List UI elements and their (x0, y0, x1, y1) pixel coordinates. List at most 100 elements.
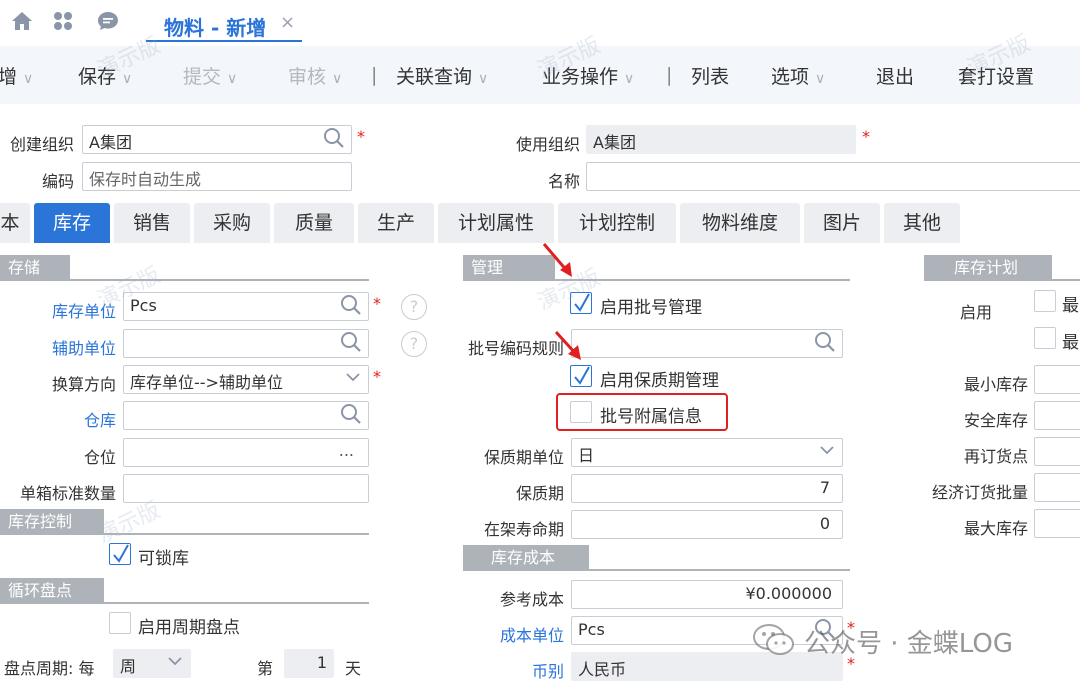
chevron-down-icon: ∨ (478, 71, 489, 87)
shelf-mgmt-label: 启用保质期管理 (600, 371, 719, 391)
business-ops-button[interactable]: 业务操作 ∨ (542, 62, 634, 89)
help-icon[interactable]: ? (401, 331, 427, 357)
aux-unit-field[interactable] (123, 329, 369, 358)
create-org-label: 创建组织 (9, 135, 74, 154)
location-field[interactable]: ... (123, 438, 369, 467)
ref-cost-field[interactable]: ¥0.000000 (571, 580, 843, 609)
cost-unit-field[interactable]: Pcs (571, 616, 843, 645)
section-stock-plan: 库存计划 (924, 255, 1052, 281)
audit-button[interactable]: 审核 ∨ (288, 62, 342, 89)
batch-extra-checkbox[interactable] (570, 401, 592, 423)
exit-button[interactable]: 退出 (876, 62, 914, 89)
required-mark: * (862, 127, 870, 146)
section-divider (463, 279, 850, 281)
chevron-down-icon: ∨ (624, 71, 635, 87)
plan-enable-checkbox-2[interactable] (1034, 327, 1056, 349)
top-tab-bar: 物料 - 新增 × (0, 0, 1080, 46)
section-divider (0, 602, 369, 604)
tab-sales[interactable]: 销售 (114, 203, 190, 243)
print-settings-button[interactable]: 套打设置 (958, 62, 1034, 89)
shelf-unit-label: 保质期单位 (483, 448, 564, 467)
chevron-down-icon (346, 373, 360, 382)
period-label: 盘点周期: 每 (4, 659, 95, 678)
box-qty-label: 单箱标准数量 (19, 484, 116, 503)
currency-label: 币别 (531, 662, 564, 681)
cycle-count-label: 启用周期盘点 (138, 618, 240, 638)
min-stock-field[interactable] (1034, 365, 1080, 394)
checkmark-icon (574, 366, 590, 385)
plan-option-label-1: 最 (1062, 296, 1079, 316)
tab-purchase[interactable]: 采购 (194, 203, 270, 243)
new-button[interactable]: 增 ∨ (0, 62, 33, 89)
batch-mgmt-label: 启用批号管理 (600, 298, 702, 318)
list-button[interactable]: 列表 (691, 62, 729, 89)
plan-enable-label: 启用 (959, 303, 992, 322)
chevron-down-icon: ∨ (815, 71, 826, 87)
related-query-button[interactable]: 关联查询 ∨ (396, 62, 488, 89)
section-divider (463, 569, 850, 571)
search-icon (341, 332, 361, 352)
max-stock-field[interactable] (1034, 509, 1080, 538)
batch-rule-field[interactable] (571, 329, 843, 358)
lockable-checkbox[interactable] (109, 543, 131, 565)
name-label: 名称 (547, 172, 580, 191)
create-org-field[interactable]: A集团 (82, 125, 352, 154)
safety-stock-label: 安全库存 (963, 411, 1028, 430)
shelf-label: 保质期 (515, 484, 564, 503)
stock-unit-field[interactable]: Pcs (123, 292, 369, 321)
use-org-field: A集团 (586, 125, 856, 154)
cycle-count-checkbox[interactable] (109, 612, 131, 634)
wechat-watermark-text: 公众号 · 金蝶LOG (804, 629, 1013, 659)
submit-button[interactable]: 提交 ∨ (183, 62, 237, 89)
reorder-point-field[interactable] (1034, 437, 1080, 466)
code-field[interactable]: 保存时自动生成 (82, 162, 352, 191)
help-icon[interactable]: ? (401, 294, 427, 320)
conversion-select[interactable]: 库存单位-->辅助单位 (123, 365, 369, 394)
checkmark-icon (113, 544, 129, 563)
close-icon[interactable]: × (280, 12, 295, 33)
tab-material-dimension[interactable]: 物料维度 (680, 203, 800, 243)
toolbar-separator: | (666, 64, 673, 86)
home-icon[interactable] (10, 10, 34, 37)
batch-mgmt-checkbox[interactable] (570, 292, 592, 314)
box-qty-field[interactable] (123, 474, 369, 503)
save-button[interactable]: 保存 ∨ (78, 62, 132, 89)
toolbar-separator: | (371, 64, 378, 86)
warehouse-field[interactable] (123, 401, 369, 430)
eoq-field[interactable] (1034, 473, 1080, 502)
options-button[interactable]: 选项 ∨ (771, 62, 825, 89)
name-field[interactable] (586, 162, 1080, 191)
search-icon (324, 128, 344, 148)
aux-unit-label: 辅助单位 (51, 339, 116, 358)
tab-other[interactable]: 其他 (884, 203, 960, 243)
day-label: 天 (345, 659, 362, 678)
tab-inventory[interactable]: 库存 (34, 203, 110, 243)
tab-plan-attributes[interactable]: 计划属性 (438, 203, 554, 243)
chevron-down-icon (820, 446, 834, 455)
tab-material-new[interactable]: 物料 - 新增 × (146, 8, 302, 42)
tab-images[interactable]: 图片 (804, 203, 880, 243)
search-icon (815, 332, 835, 352)
shelf-life-field[interactable]: 0 (571, 510, 843, 539)
nth-label: 第 (257, 659, 274, 678)
safety-stock-field[interactable] (1034, 401, 1080, 430)
warehouse-label: 仓库 (83, 411, 116, 430)
tab-quality[interactable]: 质量 (274, 203, 354, 243)
tab-plan-control[interactable]: 计划控制 (558, 203, 676, 243)
message-icon[interactable] (96, 10, 120, 37)
apps-grid-icon[interactable] (52, 10, 74, 37)
nth-field[interactable]: 1 (284, 649, 334, 678)
section-cycle-count: 循环盘点 (0, 578, 104, 604)
tab-basic[interactable]: 本 (0, 203, 30, 243)
shelf-mgmt-checkbox[interactable] (570, 365, 592, 387)
batch-rule-label: 批号编码规则 (467, 339, 564, 358)
shelf-unit-select[interactable]: 日 (571, 438, 843, 467)
period-select[interactable]: 周 (113, 649, 191, 678)
search-icon (341, 295, 361, 315)
tab-production[interactable]: 生产 (358, 203, 434, 243)
search-icon (341, 404, 361, 424)
plan-enable-checkbox-1[interactable] (1034, 290, 1056, 312)
max-stock-label: 最大库存 (963, 519, 1028, 538)
shelf-field[interactable]: 7 (571, 474, 843, 503)
plan-option-label-2: 最 (1062, 333, 1079, 353)
